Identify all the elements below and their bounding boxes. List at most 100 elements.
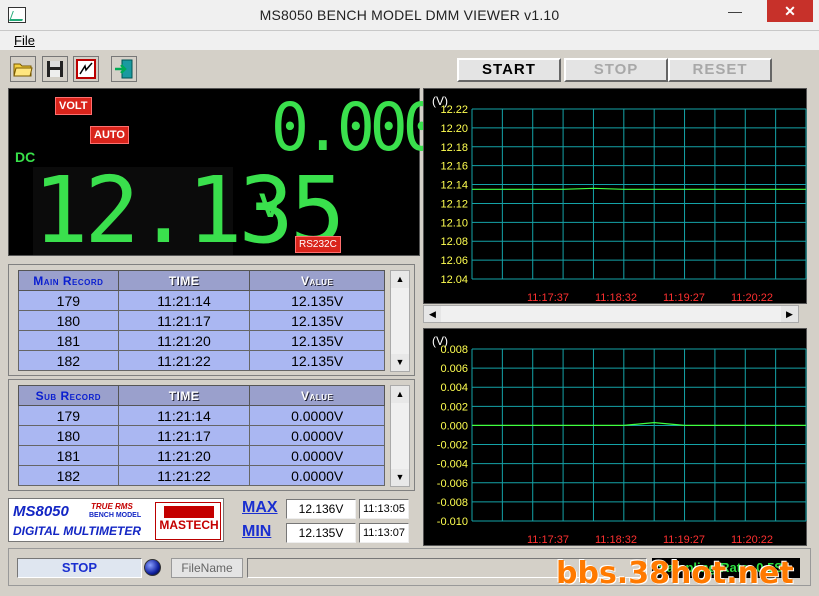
sub-record-table: Sub Record TIME Value 179 11:21:14 0.0000V… bbox=[18, 385, 385, 486]
rs232c-indicator: RS232C bbox=[295, 236, 341, 253]
scroll-right-icon[interactable]: ▶ bbox=[781, 306, 798, 322]
table-row[interactable]: 180 11:21:17 0.0000V bbox=[18, 425, 385, 446]
scroll-down-icon[interactable]: ▼ bbox=[391, 354, 409, 371]
logo-true-rms: TRUE RMS bbox=[91, 502, 133, 511]
start-button[interactable]: START bbox=[457, 58, 561, 82]
row-index: 181 bbox=[18, 445, 119, 466]
row-value: 0.0000V bbox=[249, 465, 385, 486]
scroll-up-icon[interactable]: ▲ bbox=[391, 271, 409, 288]
max-time: 11:13:05 bbox=[359, 499, 409, 519]
table-row[interactable]: 181 11:21:20 12.135V bbox=[18, 330, 385, 351]
row-value: 0.0000V bbox=[249, 405, 385, 426]
main-record-table: Main Record TIME Value 179 11:21:14 12.135… bbox=[18, 270, 385, 371]
window-title: MS8050 BENCH MODEL DMM VIEWER v1.10 bbox=[259, 7, 560, 23]
main-record-header: Main Record bbox=[18, 270, 119, 291]
toolbar: START STOP RESET bbox=[0, 50, 819, 86]
y-tick-label: 12.10 bbox=[440, 217, 468, 229]
table-row[interactable]: 182 11:21:22 12.135V bbox=[18, 350, 385, 371]
row-index: 180 bbox=[18, 310, 119, 331]
chart-settings-icon[interactable] bbox=[73, 56, 99, 82]
open-folder-icon[interactable] bbox=[10, 56, 36, 82]
chart-svg: (V)12.2212.2012.1812.1612.1412.1212.1012… bbox=[432, 94, 807, 304]
y-tick-label: 0.002 bbox=[440, 401, 468, 413]
time-header: TIME bbox=[117, 385, 251, 406]
row-time: 11:21:22 bbox=[117, 350, 251, 371]
logo-digital-multimeter: DIGITAL MULTIMETER bbox=[13, 524, 141, 538]
menu-file[interactable]: File bbox=[14, 33, 35, 48]
row-index: 182 bbox=[18, 350, 119, 371]
scroll-down-icon[interactable]: ▼ bbox=[391, 469, 409, 486]
x-tick-label: 11:19:27 bbox=[663, 534, 705, 546]
table-row[interactable]: 179 11:21:14 0.0000V bbox=[18, 405, 385, 426]
row-time: 11:21:14 bbox=[117, 405, 251, 426]
table-row[interactable]: 180 11:21:17 12.135V bbox=[18, 310, 385, 331]
row-value: 0.0000V bbox=[249, 445, 385, 466]
row-time: 11:21:20 bbox=[117, 330, 251, 351]
scroll-left-icon[interactable]: ◀ bbox=[424, 306, 441, 322]
x-tick-label: 11:17:37 bbox=[527, 292, 569, 304]
row-index: 181 bbox=[18, 330, 119, 351]
main-reading: 12.135 bbox=[33, 157, 345, 264]
run-state: STOP bbox=[17, 558, 142, 578]
max-value: 12.136V bbox=[286, 499, 356, 519]
chart-horizontal-scrollbar[interactable]: ◀ ▶ bbox=[423, 305, 799, 323]
exit-icon[interactable] bbox=[111, 56, 137, 82]
y-tick-label: -0.010 bbox=[437, 516, 468, 528]
main-trend-chart: (V) 12.22 12.20 12.18 12.16 12.14 12.12 12.10 12… bbox=[423, 88, 807, 304]
sub-trend-chart: (V) 0.008 0.006 0.004 0.002 0.000 -0.002 -0.004… bbox=[423, 328, 807, 546]
brand-mark bbox=[164, 506, 214, 518]
save-icon[interactable] bbox=[42, 56, 68, 82]
row-time: 11:21:17 bbox=[117, 425, 251, 446]
row-value: 12.135V bbox=[249, 310, 385, 331]
y-tick-label: 12.08 bbox=[440, 236, 468, 248]
sub-reading: 0.0000 bbox=[271, 89, 474, 166]
table-row[interactable]: 181 11:21:20 0.0000V bbox=[18, 445, 385, 466]
minimize-button[interactable]: — bbox=[722, 0, 748, 22]
stop-button[interactable]: STOP bbox=[564, 58, 668, 82]
x-tick-label: 11:20:22 bbox=[731, 534, 773, 546]
auto-range-indicator: AUTO bbox=[90, 126, 129, 144]
product-logo: MS8050 TRUE RMS BENCH MODEL DIGITAL MULT… bbox=[8, 498, 224, 542]
row-time: 11:21:17 bbox=[117, 310, 251, 331]
row-index: 182 bbox=[18, 465, 119, 486]
min-label: MIN bbox=[242, 523, 272, 540]
volt-indicator: VOLT bbox=[55, 97, 92, 115]
row-time: 11:21:14 bbox=[117, 290, 251, 311]
y-tick-label: 0.008 bbox=[440, 344, 468, 356]
reset-button[interactable]: RESET bbox=[668, 58, 772, 82]
row-value: 12.135V bbox=[249, 290, 385, 311]
y-tick-label: 12.18 bbox=[440, 142, 468, 154]
y-tick-label: 12.04 bbox=[440, 274, 468, 286]
chart-svg: (V)0.0080.0060.0040.0020.000-0.002-0.004… bbox=[432, 334, 807, 546]
lcd-display: VOLT AUTO DC 0.0000 12.135 V RS232C bbox=[8, 88, 474, 264]
row-index: 179 bbox=[18, 405, 119, 426]
sub-record-scrollbar[interactable]: ▲ ▼ bbox=[390, 385, 410, 487]
y-tick-label: 12.14 bbox=[440, 180, 468, 192]
logo-bench-model: BENCH MODEL bbox=[89, 512, 142, 519]
close-button[interactable]: ✕ bbox=[767, 0, 813, 22]
unit-indicator: V bbox=[259, 187, 282, 225]
max-label: MAX bbox=[242, 499, 278, 516]
sub-record-panel: Sub Record TIME Value 179 11:21:14 0.0000V… bbox=[8, 379, 415, 491]
y-tick-label: 12.06 bbox=[440, 255, 468, 267]
y-tick-label: 0.000 bbox=[440, 420, 468, 432]
filename-field[interactable]: FileName bbox=[171, 558, 243, 578]
row-time: 11:21:22 bbox=[117, 465, 251, 486]
min-time: 11:13:07 bbox=[359, 523, 409, 543]
y-tick-label: 12.12 bbox=[440, 198, 468, 210]
y-tick-label: 12.16 bbox=[440, 161, 468, 173]
connection-led-icon bbox=[144, 559, 161, 576]
main-record-scrollbar[interactable]: ▲ ▼ bbox=[390, 270, 410, 372]
table-row[interactable]: 182 11:21:22 0.0000V bbox=[18, 465, 385, 486]
y-tick-label: 12.20 bbox=[440, 123, 468, 135]
watermark: bbs.38hot.net bbox=[556, 556, 794, 591]
scroll-up-icon[interactable]: ▲ bbox=[391, 386, 409, 403]
main-record-panel: Main Record TIME Value 179 11:21:14 12.135… bbox=[8, 264, 415, 376]
value-header: Value bbox=[249, 270, 385, 291]
brand-name: MASTECH bbox=[159, 518, 219, 532]
y-tick-label: -0.006 bbox=[437, 478, 468, 490]
row-value: 12.135V bbox=[249, 330, 385, 351]
sub-record-header: Sub Record bbox=[18, 385, 119, 406]
row-value: 0.0000V bbox=[249, 425, 385, 446]
table-row[interactable]: 179 11:21:14 12.135V bbox=[18, 290, 385, 311]
